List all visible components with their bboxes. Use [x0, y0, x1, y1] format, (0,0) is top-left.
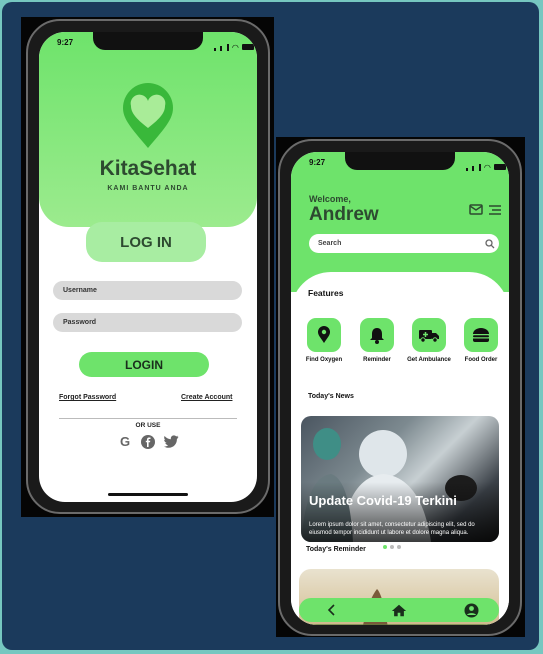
feature-tile [307, 318, 341, 352]
search-icon[interactable] [485, 239, 495, 249]
wifi-icon: ◠ [231, 42, 239, 52]
login-button[interactable]: LOGIN [79, 352, 209, 377]
reminder-section-title: Today's Reminder [306, 546, 366, 553]
showcase-canvas: 9:27 ◠ KitaSehat KAMI BANTU ANDA LOG IN … [2, 2, 539, 650]
wifi-icon: ◠ [483, 162, 491, 172]
feature-label: Get Ambulance [407, 357, 451, 363]
or-use-text: OR USE [129, 422, 167, 429]
notch [345, 152, 455, 170]
feature-tile [360, 318, 394, 352]
back-icon[interactable] [323, 602, 339, 618]
bottom-nav [299, 598, 499, 622]
home-indicator [108, 493, 188, 496]
signal-icon [466, 158, 481, 176]
welcome-label: Welcome, [309, 194, 351, 204]
status-time: 9:27 [57, 38, 74, 47]
login-header-badge: LOG IN [86, 222, 206, 262]
feature-find-oxygen[interactable]: Find Oxygen [297, 318, 351, 363]
home-screen: 9:27 ◠ Welcome, Andrew Search Features F… [291, 152, 509, 625]
menu-icon[interactable] [489, 205, 501, 215]
login-phone: 9:27 ◠ KitaSehat KAMI BANTU ANDA LOG IN … [26, 19, 270, 514]
features-title: Features [308, 288, 344, 298]
feature-tile [464, 318, 498, 352]
create-account-link[interactable]: Create Account [181, 394, 232, 401]
search-input[interactable]: Search [309, 234, 499, 253]
status-time: 9:27 [309, 158, 326, 167]
news-body: Lorem ipsum dolor sit amet, consectetur … [309, 522, 475, 536]
signal-icon [214, 38, 229, 56]
profile-icon[interactable] [463, 602, 479, 618]
feature-get-ambulance[interactable]: Get Ambulance [402, 318, 456, 363]
facebook-icon[interactable] [141, 434, 156, 449]
feature-reminder[interactable]: Reminder [350, 318, 404, 363]
forgot-password-link[interactable]: Forgot Password [59, 394, 116, 401]
notch [93, 32, 203, 50]
feature-tile [412, 318, 446, 352]
map-pin-icon [318, 326, 330, 343]
feature-label: Reminder [363, 357, 391, 363]
or-use-label: OR USE [39, 414, 257, 432]
feature-food-order[interactable]: Food Order [454, 318, 508, 363]
google-icon[interactable]: G [118, 434, 133, 449]
heart-pin-logo-icon [123, 83, 173, 148]
ambulance-icon [419, 329, 439, 343]
burger-icon [473, 328, 489, 342]
status-icons: ◠ [466, 158, 506, 176]
username-field[interactable]: Username [53, 281, 242, 300]
bell-icon [370, 327, 384, 344]
carousel-dot[interactable] [397, 545, 401, 549]
social-login-row: G [39, 434, 257, 449]
brand-name: KitaSehat [99, 157, 197, 180]
password-field[interactable]: Password [53, 313, 242, 332]
home-icon[interactable] [391, 602, 407, 618]
mail-icon[interactable] [469, 204, 483, 215]
carousel-dot-active[interactable] [383, 545, 387, 549]
news-section-title: Today's News [308, 393, 354, 400]
carousel-dot[interactable] [390, 545, 394, 549]
status-icons: ◠ [214, 38, 254, 56]
feature-label: Food Order [464, 357, 498, 363]
twitter-icon[interactable] [163, 434, 179, 449]
battery-icon [493, 164, 506, 170]
battery-icon [241, 44, 254, 50]
login-screen: 9:27 ◠ KitaSehat KAMI BANTU ANDA LOG IN … [39, 32, 257, 502]
news-headline: Update Covid-19 Terkini [309, 493, 457, 508]
home-phone: 9:27 ◠ Welcome, Andrew Search Features F… [278, 139, 522, 636]
news-card[interactable]: Update Covid-19 Terkini Lorem ipsum dolo… [301, 416, 499, 542]
feature-label: Find Oxygen [305, 357, 343, 363]
tagline: KAMI BANTU ANDA [107, 185, 189, 192]
user-name: Andrew [309, 204, 379, 225]
carousel-dots[interactable] [383, 545, 401, 549]
